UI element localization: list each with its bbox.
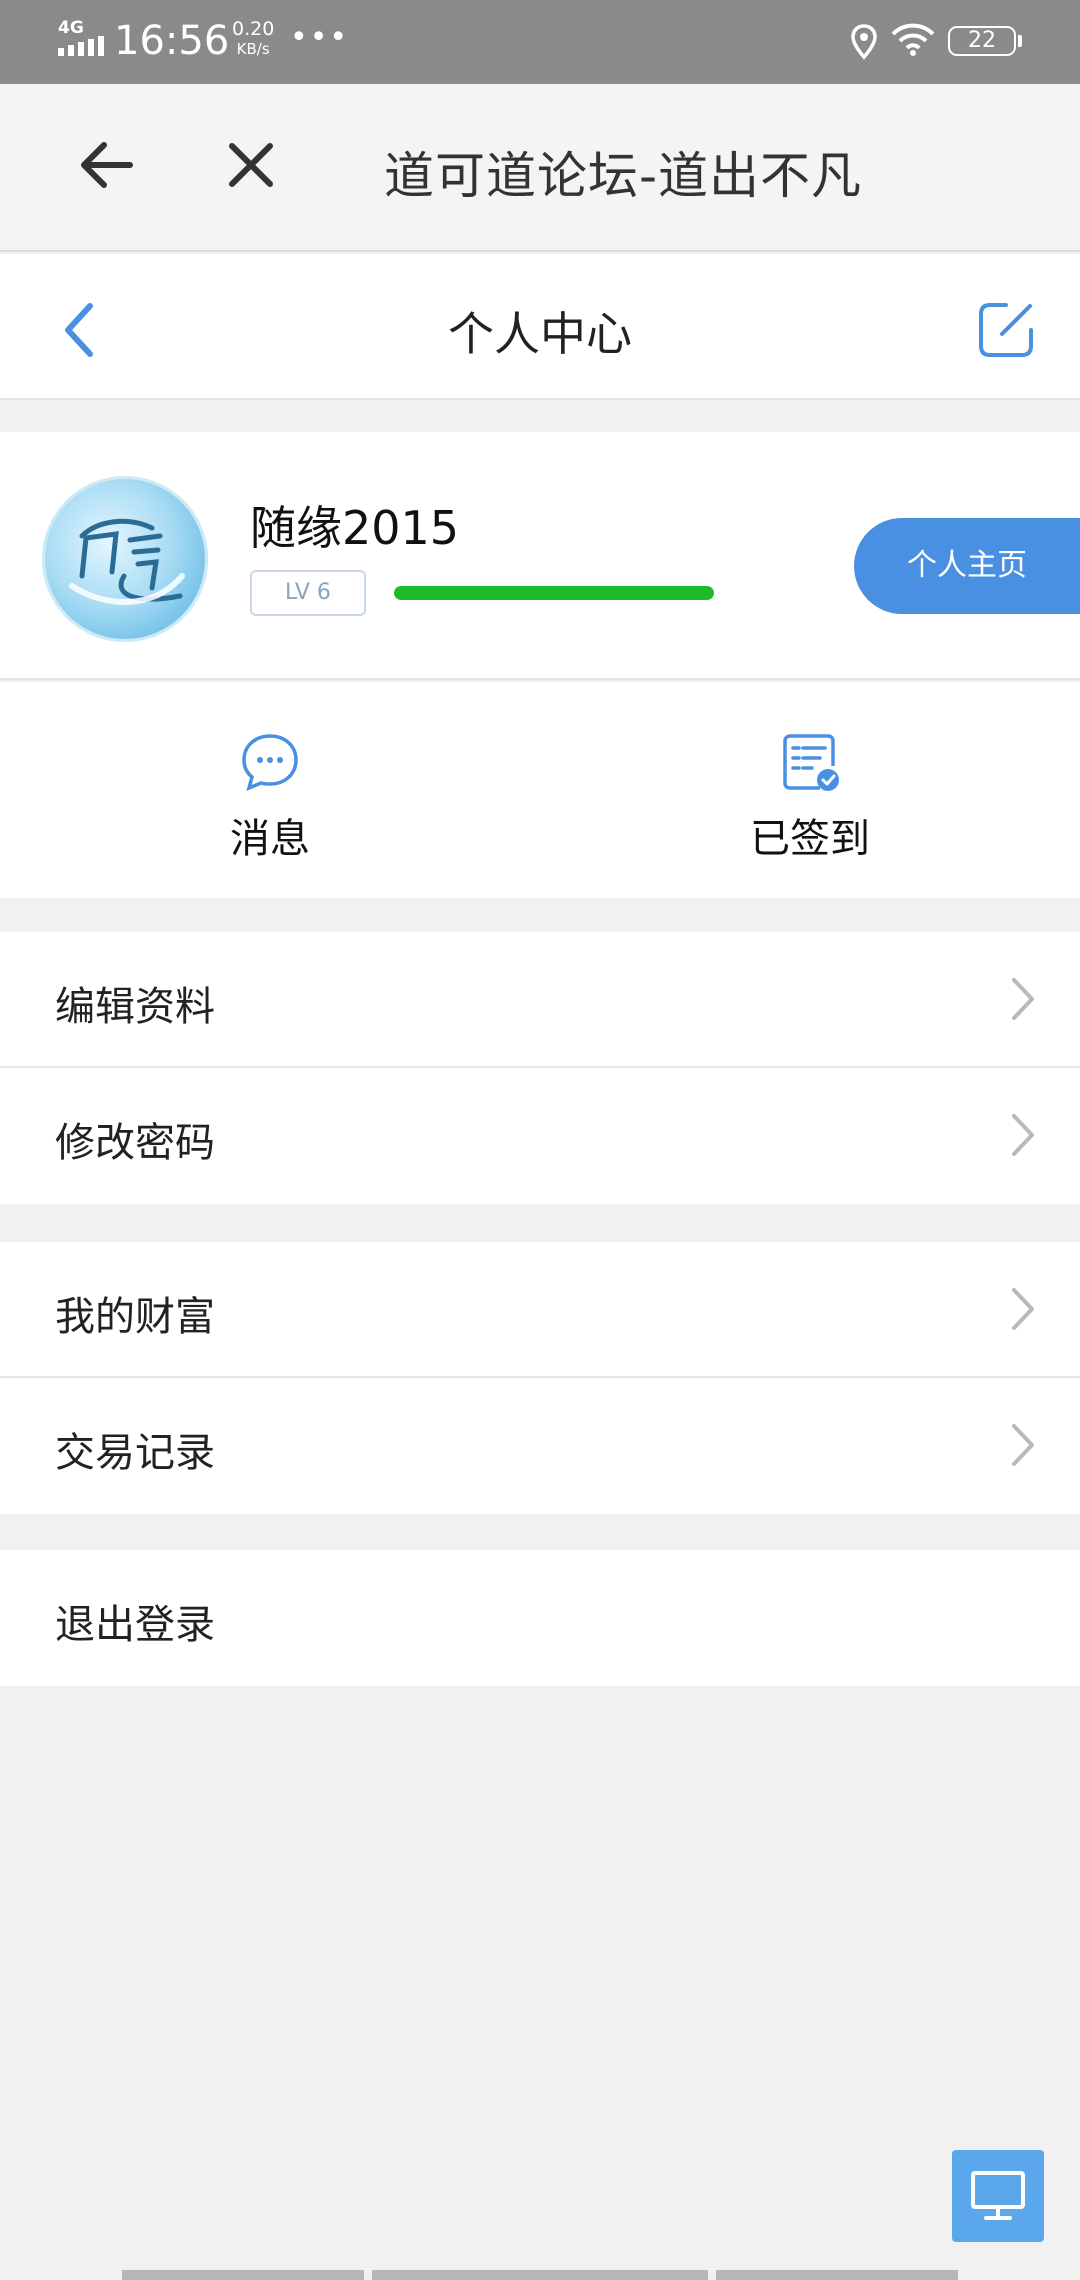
level-progress-fill [394, 586, 714, 600]
network-speed-unit: KB/s [236, 40, 270, 58]
messages-label: 消息 [230, 816, 310, 862]
nav-indicator-right [716, 2270, 958, 2280]
network-speed: 0.20 KB/s [232, 20, 274, 59]
browser-title-bar: 道可道论坛-道出不凡 [0, 84, 1080, 252]
status-bar: 4G 16:56 0.20 KB/s ••• 22 [0, 0, 1080, 84]
chevron-right-icon [1010, 1422, 1036, 1472]
location-icon [850, 24, 878, 64]
level-badge: LV 6 [250, 570, 366, 616]
menu-item-change-password[interactable]: 修改密码 [0, 1068, 1080, 1204]
menu-group-wealth: 我的财富 交易记录 [0, 1242, 1080, 1514]
browser-title: 道可道论坛-道出不凡 [384, 147, 863, 205]
menu-group-account: 编辑资料 修改密码 [0, 932, 1080, 1204]
menu-item-my-wealth[interactable]: 我的财富 [0, 1242, 1080, 1378]
more-notifications-icon: ••• [290, 20, 350, 55]
nav-indicator-left [122, 2270, 364, 2280]
menu-group-logout: 退出登录 [0, 1550, 1080, 1686]
page-header: 个人中心 [0, 254, 1080, 400]
menu-item-transactions[interactable]: 交易记录 [0, 1378, 1080, 1514]
checkin-label: 已签到 [750, 816, 870, 862]
quick-actions: 消息 已签到 [0, 682, 1080, 898]
battery-tip [1018, 35, 1022, 47]
back-arrow-icon[interactable] [78, 140, 134, 194]
clock: 16:56 [114, 18, 230, 64]
menu-item-label: 交易记录 [55, 1430, 215, 1476]
wifi-icon [890, 22, 936, 62]
level-progress-bar [394, 586, 714, 600]
messages-button[interactable]: 消息 [150, 732, 390, 864]
avatar[interactable] [42, 476, 208, 642]
page-title: 个人中心 [448, 307, 632, 361]
message-icon [240, 734, 300, 796]
menu-item-label: 修改密码 [55, 1120, 215, 1166]
menu-item-label: 编辑资料 [55, 984, 215, 1030]
profile-card: 随缘2015 LV 6 个人主页 [0, 432, 1080, 680]
checkin-button[interactable]: 已签到 [690, 732, 930, 864]
checkin-icon [780, 734, 840, 796]
nav-indicator-center [372, 2270, 708, 2280]
desktop-mode-button[interactable] [952, 2150, 1044, 2242]
menu-item-edit-profile[interactable]: 编辑资料 [0, 932, 1080, 1068]
chevron-right-icon [1010, 1286, 1036, 1336]
battery-icon: 22 [948, 26, 1016, 56]
homepage-button[interactable]: 个人主页 [854, 518, 1080, 614]
edit-icon[interactable] [976, 300, 1036, 364]
network-speed-value: 0.20 [232, 18, 275, 40]
menu-item-label: 退出登录 [55, 1602, 215, 1648]
menu-item-label: 我的财富 [55, 1294, 215, 1340]
network-type: 4G [58, 18, 84, 38]
menu-item-logout[interactable]: 退出登录 [0, 1550, 1080, 1686]
chevron-right-icon [1010, 976, 1036, 1026]
signal-icon [58, 36, 108, 56]
close-icon[interactable] [226, 140, 276, 194]
username: 随缘2015 [250, 501, 460, 555]
chevron-right-icon [1010, 1112, 1036, 1162]
